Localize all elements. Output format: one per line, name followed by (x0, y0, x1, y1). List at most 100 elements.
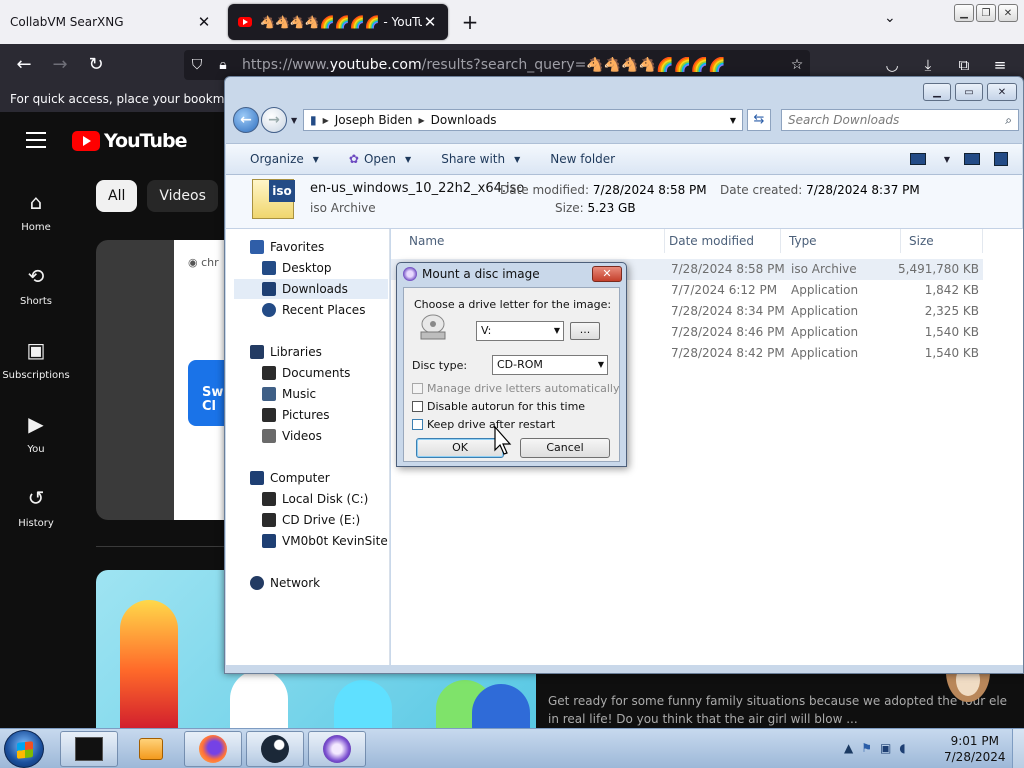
new-tab-icon[interactable]: + (458, 10, 482, 34)
maximize-icon[interactable]: ▭ (955, 83, 983, 101)
checkbox-box (412, 419, 423, 430)
tab-youtube[interactable]: 🐴🐴🐴🐴🌈🌈🌈🌈 - YouTube ✕ (228, 4, 448, 40)
sidebar-item-you[interactable]: ▶ You (0, 412, 72, 455)
help-icon[interactable] (994, 152, 1008, 166)
open-button[interactable]: ✿ Open ▼ (349, 152, 411, 166)
close-icon[interactable]: ✕ (998, 4, 1018, 22)
search-icon[interactable]: ⌕ (1005, 113, 1018, 128)
new-folder-label: New folder (550, 152, 616, 166)
minimize-icon[interactable]: ▁ (923, 83, 951, 101)
star-icon[interactable]: ☆ (784, 57, 810, 73)
download-icon[interactable]: ⤓ (916, 53, 940, 77)
video-thumbnail[interactable]: ◉ chr Sw Cl (96, 240, 226, 520)
share-with-button[interactable]: Share with ▼ (441, 152, 520, 166)
breadcrumb-downloads[interactable]: Downloads (431, 113, 497, 127)
disable-autorun-checkbox[interactable]: Disable autorun for this time (412, 400, 585, 413)
nav-desktop[interactable]: Desktop (262, 258, 332, 278)
explorer-bottom-border (226, 665, 1022, 673)
preview-pane-icon[interactable] (964, 153, 980, 165)
keep-drive-checkbox[interactable]: Keep drive after restart (412, 418, 555, 431)
action-center-icon[interactable]: ⚑ (861, 741, 872, 755)
taskbar-clock[interactable]: 9:01 PM 7/28/2024 (944, 733, 1006, 765)
volume-icon[interactable]: ◖ (899, 741, 905, 755)
chip-all[interactable]: All (96, 180, 138, 212)
column-header-date-modified[interactable]: Date modified (661, 229, 781, 253)
sidebar-item-home[interactable]: ⌂ Home (0, 190, 72, 233)
close-tab-icon[interactable]: ✕ (422, 13, 438, 31)
chip-videos[interactable]: Videos (147, 180, 218, 212)
forward-arrow-icon[interactable]: → (48, 53, 72, 77)
details-label: Date modified: (500, 183, 590, 197)
cancel-button[interactable]: Cancel (520, 438, 610, 458)
network-icon (250, 576, 264, 590)
sidebar-item-shorts[interactable]: ⟲ Shorts (0, 264, 72, 307)
drive-letter-select[interactable]: V: ▼ (476, 321, 564, 341)
nav-videos[interactable]: Videos (262, 426, 322, 446)
network-status-icon[interactable]: ▣ (880, 741, 891, 755)
shield-icon[interactable]: ⛉ (184, 57, 210, 73)
nav-recent-places[interactable]: Recent Places (262, 300, 365, 320)
nav-computer[interactable]: Computer (250, 468, 330, 488)
pocket-icon[interactable]: ◡ (880, 53, 904, 77)
url-text[interactable]: https://www.youtube.com/results?search_q… (242, 57, 784, 73)
back-arrow-icon[interactable]: ← (233, 107, 259, 133)
nav-downloads[interactable]: Downloads (234, 279, 388, 299)
nav-network-drive[interactable]: VM0b0t KevinSite (262, 531, 388, 551)
disc-type-select[interactable]: CD-ROM ▼ (492, 355, 608, 375)
nav-favorites[interactable]: Favorites (250, 237, 324, 257)
nav-documents[interactable]: Documents (262, 363, 350, 383)
tab-collabvm-searxng[interactable]: CollabVM SearXNG ✕ (0, 4, 222, 40)
lock-icon[interactable]: 🔒︎ (210, 57, 236, 73)
close-icon[interactable]: ✕ (592, 266, 622, 282)
nav-libraries[interactable]: Libraries (250, 342, 322, 362)
breadcrumb-joseph-biden[interactable]: Joseph Biden (335, 113, 413, 127)
restore-icon[interactable]: ❐ (976, 4, 996, 22)
breadcrumb-arrow-icon[interactable]: ▶ (419, 116, 425, 125)
chevron-down-icon[interactable]: ▼ (944, 155, 950, 164)
taskbar-disc-tool-button[interactable] (308, 731, 366, 767)
chevron-down-icon[interactable]: ▼ (730, 116, 742, 125)
nav-pictures[interactable]: Pictures (262, 405, 330, 425)
chevron-down-icon[interactable]: ⌄ (884, 10, 896, 26)
show-hidden-icons-icon[interactable]: ▲ (844, 741, 853, 755)
sidebar-item-subscriptions[interactable]: ▣ Subscriptions (0, 338, 72, 381)
extensions-icon[interactable]: ⧉ (952, 53, 976, 77)
organize-button[interactable]: Organize ▼ (250, 152, 319, 166)
mouse-cursor-icon (494, 426, 512, 455)
taskbar-media-player-button[interactable] (122, 731, 180, 767)
manage-drive-letters-checkbox[interactable]: Manage drive letters automatically (412, 382, 619, 395)
search-downloads-input[interactable]: Search Downloads ⌕ (781, 109, 1019, 131)
ok-button[interactable]: OK (416, 438, 504, 458)
column-header-size[interactable]: Size (901, 229, 983, 253)
taskbar-steam-button[interactable] (246, 731, 304, 767)
hamburger-menu-icon[interactable] (26, 132, 46, 153)
nav-cd-drive[interactable]: CD Drive (E:) (262, 510, 360, 530)
browse-button[interactable]: ... (570, 322, 600, 340)
recent-pages-dropdown-icon[interactable]: ▼ (291, 116, 297, 125)
nav-local-disk[interactable]: Local Disk (C:) (262, 489, 368, 509)
taskbar-firefox-button[interactable] (184, 731, 242, 767)
start-button-icon[interactable] (4, 730, 44, 768)
breadcrumb-arrow-icon[interactable]: ▶ (323, 116, 329, 125)
show-desktop-button[interactable] (1012, 729, 1024, 768)
column-header-type[interactable]: Type (781, 229, 901, 253)
close-icon[interactable]: ✕ (987, 83, 1017, 101)
sidebar-item-history[interactable]: ↺ History (0, 486, 72, 529)
new-folder-button[interactable]: New folder (550, 152, 615, 166)
refresh-icon[interactable]: ⇆ (747, 109, 771, 131)
column-header-name[interactable]: Name (401, 229, 665, 253)
youtube-play-icon (72, 131, 100, 151)
nav-music[interactable]: Music (262, 384, 316, 404)
back-arrow-icon[interactable]: ← (12, 53, 36, 77)
file-size: 2,325 KB (924, 304, 979, 318)
youtube-logo[interactable]: YouTube (72, 130, 187, 152)
reload-icon[interactable]: ↻ (84, 53, 108, 77)
close-tab-icon[interactable]: ✕ (196, 13, 212, 31)
nav-network[interactable]: Network (250, 573, 320, 593)
menu-icon[interactable]: ≡ (988, 53, 1012, 77)
change-view-icon[interactable] (909, 153, 926, 165)
address-bar[interactable]: ▮ ▶ Joseph Biden ▶ Downloads ▼ (303, 109, 743, 131)
forward-arrow-icon[interactable]: → (261, 107, 287, 133)
minimize-icon[interactable]: ▁ (954, 4, 974, 22)
taskbar-cmd-button[interactable] (60, 731, 118, 767)
